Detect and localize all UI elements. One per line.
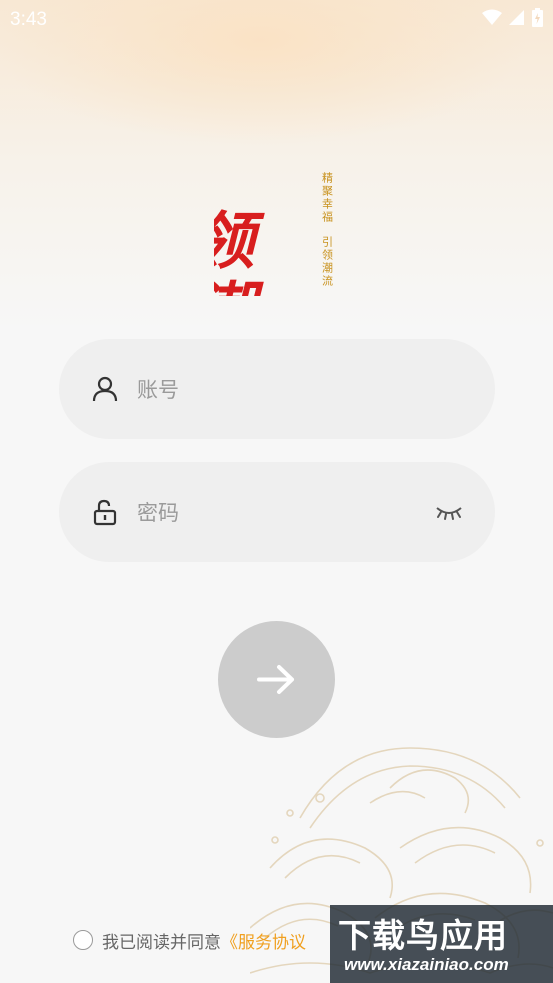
account-field[interactable]	[59, 339, 495, 439]
unlock-icon	[93, 499, 117, 526]
eye-closed-icon[interactable]	[435, 502, 463, 522]
password-field[interactable]	[59, 462, 495, 562]
watermark: 下载鸟应用 www.xiazainiao.com	[330, 905, 553, 983]
logo-text: 领潮	[214, 208, 255, 296]
wifi-icon	[482, 9, 502, 25]
status-time: 3:43	[10, 9, 47, 30]
agreement-text: 我已阅读并同意	[102, 932, 221, 953]
slogan-line-2: 引领潮流	[321, 235, 334, 288]
status-icons	[482, 8, 543, 27]
arrow-right-icon	[257, 665, 294, 694]
signal-icon	[509, 10, 524, 25]
status-bar: 3:43	[0, 0, 553, 38]
password-input[interactable]	[135, 492, 429, 534]
watermark-title: 下载鸟应用	[338, 916, 508, 955]
watermark-url: www.xiazainiao.com	[344, 955, 509, 974]
user-icon	[92, 376, 118, 402]
service-agreement-link[interactable]: 《服务协议	[221, 928, 306, 953]
account-input[interactable]	[135, 369, 429, 411]
login-submit-button[interactable]	[218, 621, 335, 738]
agreement-checkbox[interactable]	[73, 930, 93, 950]
agreement-row: 我已阅读并同意 《服务协议	[73, 928, 306, 953]
slogan-line-1: 精聚幸福	[321, 172, 334, 224]
battery-icon	[532, 8, 543, 27]
app-logo: 领潮 精聚幸福 引领潮流	[182, 146, 338, 348]
